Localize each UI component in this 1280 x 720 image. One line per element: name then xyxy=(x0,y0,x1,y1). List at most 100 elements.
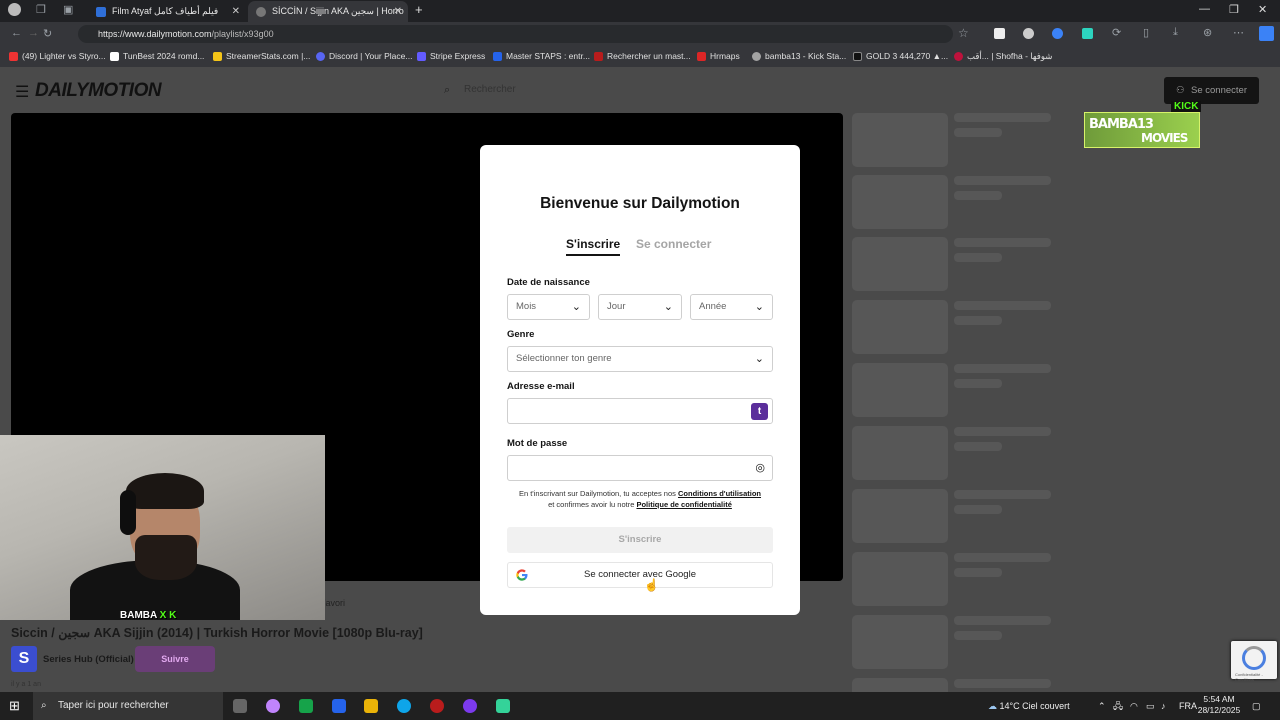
edge-icon[interactable] xyxy=(397,699,411,713)
weather-widget[interactable]: ☁ 14°C Ciel couvert xyxy=(988,692,1070,720)
skeleton-line xyxy=(954,427,1051,436)
volume-icon[interactable]: ♪ xyxy=(1161,692,1166,720)
privacy-link[interactable]: Politique de confidentialité xyxy=(636,500,731,509)
extension-icon[interactable] xyxy=(994,28,1005,39)
month-select[interactable]: Mois ⌄ xyxy=(507,294,590,320)
dailymotion-logo[interactable]: DAILYMOTION xyxy=(35,80,162,102)
outlook-icon[interactable] xyxy=(332,699,346,713)
legal-part2: et confirmes avoir lu notre xyxy=(548,500,635,509)
skeleton-line xyxy=(954,442,1002,451)
close-tab-icon[interactable]: ✕ xyxy=(232,6,240,17)
app-icon[interactable] xyxy=(496,699,510,713)
tab-label: Film Atyaf فيلم أطياف كامل xyxy=(112,6,219,16)
day-value: Jour xyxy=(607,301,626,312)
tab-login[interactable]: Se connecter xyxy=(636,237,711,251)
store-icon[interactable] xyxy=(299,699,313,713)
menu-dots-icon[interactable]: ⋯ xyxy=(1233,26,1244,39)
google-signin-button[interactable]: Se connecter avec Google xyxy=(507,562,773,588)
url-bar[interactable]: https://www.dailymotion.com/playlist/x93… xyxy=(78,25,953,43)
bookmark-item[interactable]: Stripe Express xyxy=(417,51,485,61)
user-icon: ⚇ xyxy=(1176,85,1185,96)
gender-select[interactable]: Sélectionner ton genre ⌄ xyxy=(507,346,773,372)
channel-info[interactable]: S Series Hub (Official) xyxy=(11,646,134,672)
back-icon[interactable]: ← xyxy=(11,27,22,39)
reload-icon[interactable]: ↻ xyxy=(43,27,52,40)
skeleton-thumb xyxy=(852,300,948,354)
email-field[interactable]: t xyxy=(507,398,773,424)
windows-start-icon[interactable]: ⊞ xyxy=(9,698,20,714)
bookmark-item[interactable]: TunBest 2024 romd... xyxy=(110,51,204,61)
person-beard xyxy=(135,535,197,580)
bookmark-item[interactable]: Rechercher un mast... xyxy=(594,51,691,61)
day-select[interactable]: Jour ⌄ xyxy=(598,294,682,320)
search-input[interactable]: ⌕ Rechercher xyxy=(434,78,854,102)
year-select[interactable]: Année ⌄ xyxy=(690,294,773,320)
bookmark-item[interactable]: bamba13 - Kick Sta... xyxy=(752,51,846,61)
eye-slash-icon[interactable]: ◎ xyxy=(755,461,765,474)
obs-icon[interactable] xyxy=(430,699,444,713)
skeleton-thumb xyxy=(852,363,948,417)
workspaces-icon[interactable]: ❐ xyxy=(36,3,46,16)
bookmark-item[interactable]: Hrmaps xyxy=(697,51,740,61)
skeleton-line xyxy=(954,490,1051,499)
hand-cursor-icon: ☝ xyxy=(644,578,659,592)
person-hair xyxy=(126,473,204,509)
channel-name[interactable]: Series Hub (Official) xyxy=(43,654,134,665)
extension-icon[interactable] xyxy=(1023,28,1034,39)
extensions-puzzle-icon[interactable]: ⟳ xyxy=(1112,26,1121,39)
forward-icon[interactable]: → xyxy=(28,27,39,39)
bookmark-label: TunBest 2024 romd... xyxy=(123,51,205,61)
tab-actions-icon[interactable]: ▣ xyxy=(63,3,73,16)
discord-app-icon[interactable] xyxy=(463,699,477,713)
taskbar-search[interactable]: ⌕ Taper ici pour rechercher xyxy=(33,692,223,720)
close-window-icon[interactable]: ✕ xyxy=(1258,3,1267,16)
streamer-webcam: BAMBA X K xyxy=(0,435,325,621)
header-login-button[interactable]: ⚇ Se connecter xyxy=(1164,77,1259,104)
battery-icon[interactable]: ▭ xyxy=(1146,692,1155,720)
skeleton-line xyxy=(954,238,1051,247)
password-field[interactable]: ◎ xyxy=(507,455,773,481)
minimize-icon[interactable]: — xyxy=(1199,3,1210,15)
menu-icon[interactable]: ☰ xyxy=(15,82,29,102)
copilot-app-icon[interactable] xyxy=(266,699,280,713)
file-explorer-icon[interactable] xyxy=(364,699,378,713)
language-indicator[interactable]: FRA xyxy=(1179,692,1197,720)
bookmark-item[interactable]: أقب... | Shofha - شوفها xyxy=(954,51,1052,62)
vpn-icon[interactable]: ⊛ xyxy=(1203,26,1212,39)
network-icon[interactable]: 🖧 xyxy=(1113,692,1123,720)
bookmark-item[interactable]: (49) Lighter vs Styro... xyxy=(9,51,106,61)
maximize-icon[interactable]: ❐ xyxy=(1229,3,1239,16)
tab-siccin[interactable]: SİCCİN / Sijjin AKA سجين | Horro ✕ xyxy=(248,1,408,22)
new-tab-button[interactable]: + xyxy=(415,2,423,17)
extension-icon[interactable] xyxy=(1052,28,1063,39)
tab-film-atyaf[interactable]: Film Atyaf فيلم أطياف كامل ✕ xyxy=(88,1,246,22)
bookmark-star-icon[interactable]: ☆ xyxy=(958,26,969,40)
bookmark-item[interactable]: StreamerStats.com |... xyxy=(213,51,310,61)
copilot-icon[interactable] xyxy=(1259,26,1274,41)
skeleton-thumb xyxy=(852,113,948,167)
bookmark-item[interactable]: Discord | Your Place... xyxy=(316,51,412,61)
downloads-icon[interactable]: ⤓ xyxy=(1173,26,1178,39)
task-view-icon[interactable] xyxy=(233,699,247,713)
wifi-icon[interactable]: ◠ xyxy=(1130,692,1138,720)
recaptcha-badge[interactable]: Confidentialité - Conditions xyxy=(1231,641,1277,682)
close-tab-icon[interactable]: ✕ xyxy=(394,6,402,17)
recaptcha-icon xyxy=(1242,646,1266,670)
bookmark-label: (49) Lighter vs Styro... xyxy=(22,51,106,61)
profile-avatar[interactable] xyxy=(8,3,21,16)
tab-signup[interactable]: S'inscrire xyxy=(566,237,621,256)
bookmark-item[interactable]: GOLD 3 444,270 ▲... xyxy=(853,51,948,61)
signup-button[interactable]: S'inscrire xyxy=(507,527,773,553)
notifications-icon[interactable]: ▢ xyxy=(1252,692,1261,720)
autofill-t-icon[interactable]: t xyxy=(751,403,768,420)
bookmark-item[interactable]: Master STAPS : entr... xyxy=(493,51,590,61)
bookmark-label: Rechercher un mast... xyxy=(607,51,691,61)
terms-link[interactable]: Conditions d'utilisation xyxy=(678,489,761,498)
follow-button[interactable]: Suivre xyxy=(135,646,215,672)
extension-icon[interactable] xyxy=(1082,28,1093,39)
tray-chevron-icon[interactable]: ⌃ xyxy=(1098,692,1106,720)
clock[interactable]: 5:54 AM 28/12/2025 xyxy=(1196,694,1242,716)
browser-tab-strip: ❐ ▣ Film Atyaf فيلم أطياف كامل ✕ SİCCİN … xyxy=(0,0,1280,22)
split-view-icon[interactable]: ▯ xyxy=(1143,26,1149,39)
skeleton-thumb xyxy=(852,678,948,692)
